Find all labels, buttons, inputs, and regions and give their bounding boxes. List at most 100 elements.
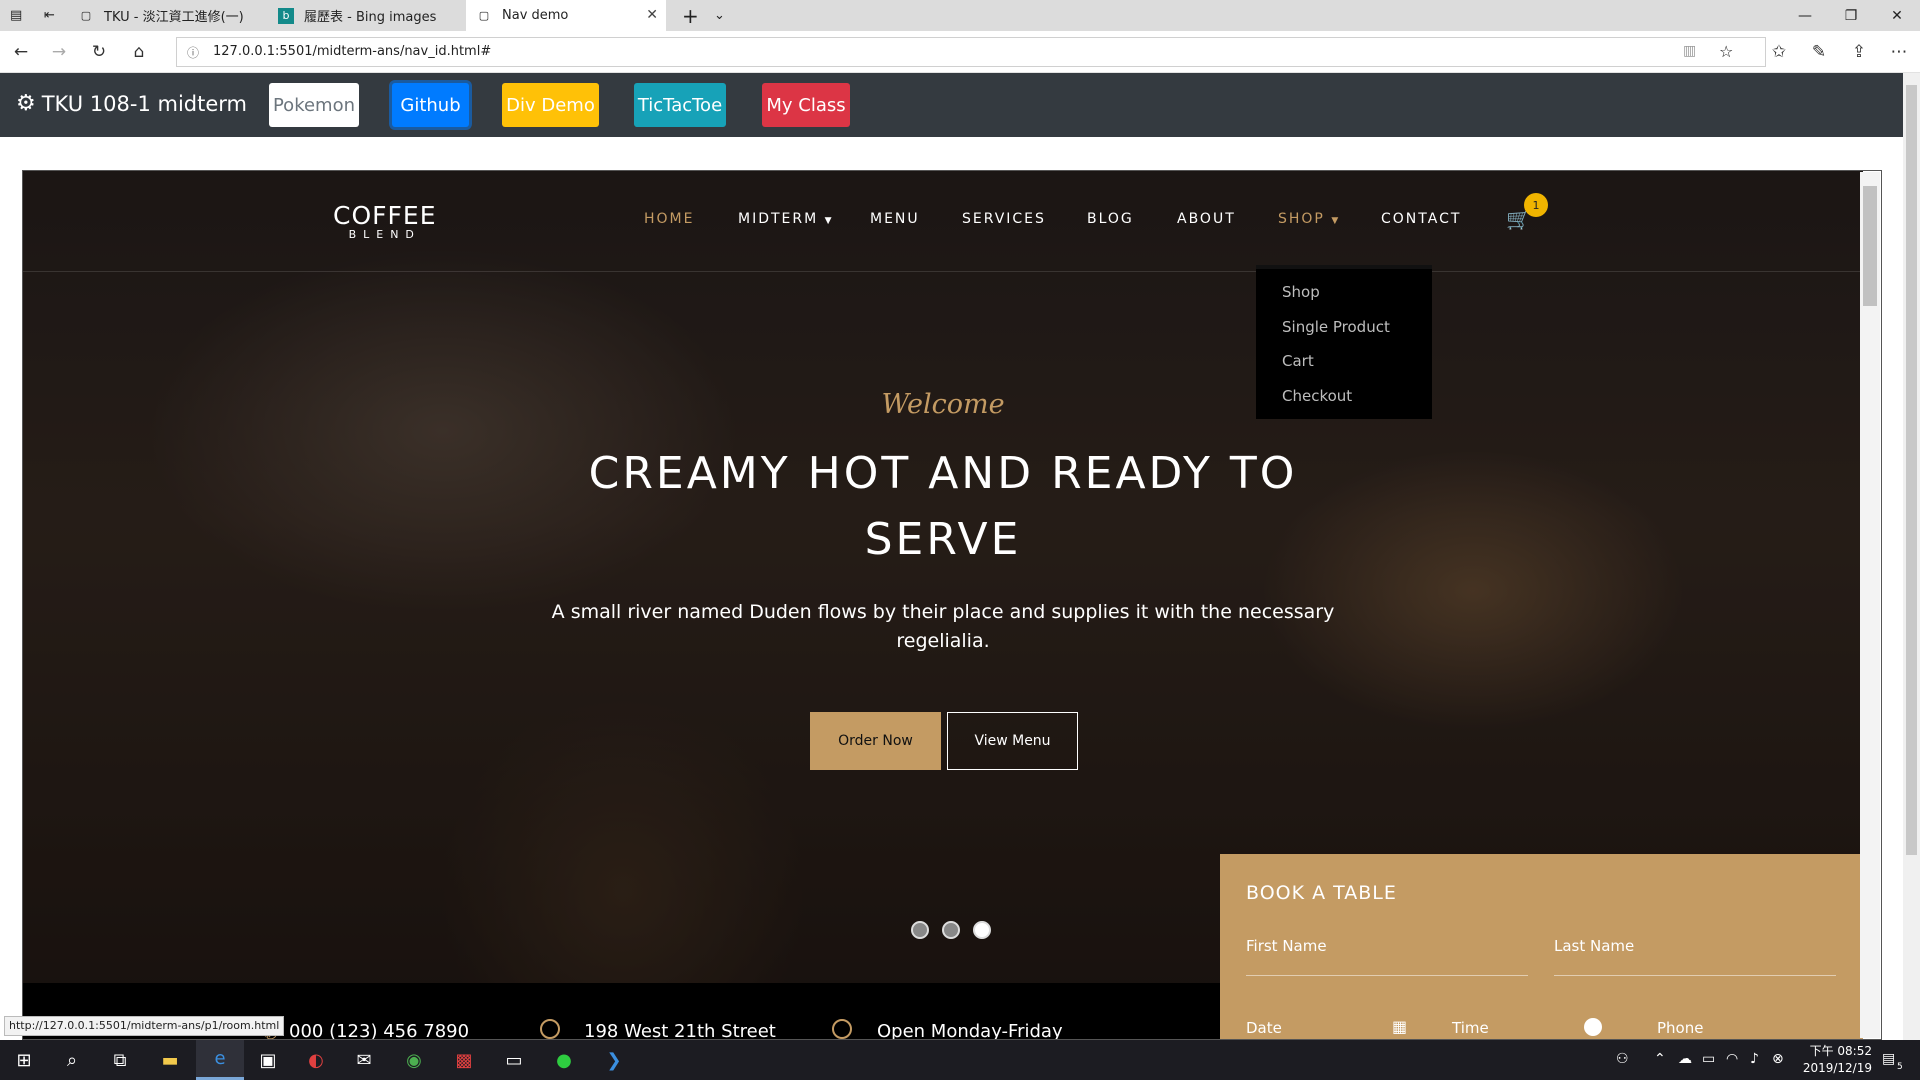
forward-icon[interactable]: → [46,39,72,65]
browser-tab-bar: ▤ ⇤ ▢ TKU - 淡江資工進修(一) b 履歷表 - Bing image… [0,0,1920,31]
file-explorer-icon[interactable]: ▬ [146,1040,194,1080]
share-icon[interactable]: ⇪ [1846,39,1872,65]
minimize-icon[interactable]: — [1782,0,1828,31]
site-navbar: ⚙ TKU 108-1 midterm Pokemon Github Div D… [0,73,1903,137]
pokemon-button[interactable]: Pokemon [269,83,359,127]
line-icon[interactable]: ● [540,1040,588,1080]
view-menu-button[interactable]: View Menu [947,712,1078,770]
new-tab-button[interactable]: + [672,0,702,31]
order-now-button[interactable]: Order Now [810,712,941,770]
first-name-underline [1246,975,1528,976]
set-aside-tabs-icon[interactable]: ⇤ [34,0,64,31]
favorite-star-icon[interactable]: ☆ [1719,42,1733,61]
windows-start-icon[interactable]: ⊞ [0,1040,48,1080]
info-icon[interactable]: ⓘ [187,44,199,61]
tab-tku[interactable]: ▢ TKU - 淡江資工進修(一) [68,0,264,31]
url-field[interactable]: ⓘ 127.0.0.1:5501/midterm-ans/nav_id.html… [176,37,1766,67]
logo-top: COFFEE [333,201,437,230]
tab-list-button[interactable]: ⌄ [704,0,734,31]
dropdown-item-cart[interactable]: Cart [1282,352,1314,370]
battery-icon[interactable]: ▭ [1702,1051,1715,1067]
bing-icon: b [278,7,294,24]
brand[interactable]: ⚙ TKU 108-1 midterm [16,91,247,116]
github-button[interactable]: Github [392,83,469,127]
nav-divider [23,271,1863,272]
app-icon[interactable]: ◐ [292,1040,340,1080]
coffee-logo[interactable]: COFFEE BLEND [333,201,437,241]
onedrive-icon[interactable]: ☁ [1678,1051,1692,1067]
iframe-scrollbar-thumb[interactable] [1863,186,1877,306]
div-demo-button[interactable]: Div Demo [502,83,599,127]
notification-count: 5 [1897,1062,1903,1072]
volume-icon[interactable]: ♪ [1750,1051,1759,1067]
more-icon[interactable]: ⋯ [1886,39,1912,65]
tab-bing[interactable]: b 履歷表 - Bing images [268,0,464,31]
tray-chevron-icon[interactable]: ⌃ [1654,1051,1666,1067]
back-icon[interactable]: ← [8,39,34,65]
url-text: 127.0.0.1:5501/midterm-ans/nav_id.html# [213,44,492,59]
phone-field[interactable]: Phone [1657,1019,1703,1037]
slide-dot-3[interactable] [973,921,991,939]
brand-text: TKU 108-1 midterm [41,91,248,116]
slide-dot-2[interactable] [942,921,960,939]
status-url-tooltip: http://127.0.0.1:5501/midterm-ans/p1/roo… [4,1016,285,1036]
home-icon[interactable]: ⌂ [126,39,152,65]
menu-contact[interactable]: CONTACT [1381,211,1461,227]
mail-icon[interactable]: ✉ [340,1040,388,1080]
refresh-icon[interactable]: ↻ [86,39,112,65]
app-red-icon[interactable]: ▩ [440,1040,488,1080]
people-icon[interactable]: ⚇ [1616,1051,1629,1067]
edge-icon[interactable]: e [196,1040,244,1080]
calendar-icon[interactable]: ▦ [1392,1017,1407,1036]
info-phone: 000 (123) 456 7890 [289,1021,470,1040]
hero-subtext: A small river named Duden flows by their… [551,601,1335,652]
chrome-icon[interactable]: ◉ [390,1040,438,1080]
windows-taskbar: ⊞ ⌕ ⧉ ▬ e ▣ ◐ ✉ ◉ ▩ ▭ ● ❯ ⚇ ⌃ ☁ ▭ ◠ ♪ ⊗ … [0,1040,1920,1080]
dropdown-item-single-product[interactable]: Single Product [1282,318,1390,336]
close-window-icon[interactable]: ✕ [1874,0,1920,31]
store-icon[interactable]: ▣ [244,1040,292,1080]
clock-time: 下午 08:52 [1809,1044,1872,1058]
tictactoe-button[interactable]: TicTacToe [634,83,726,127]
time-clock-icon[interactable] [1584,1018,1602,1036]
wifi-icon[interactable]: ◠ [1726,1051,1738,1067]
slide-dot-1[interactable] [911,921,929,939]
clock[interactable]: 下午 08:52 2019/12/19 [1792,1043,1872,1077]
tab-nav-demo[interactable]: ▢ Nav demo ✕ [466,0,666,31]
page-scrollbar-thumb[interactable] [1906,85,1917,855]
first-name-field[interactable]: First Name [1246,937,1327,955]
caret-down-icon: ▼ [1331,216,1341,226]
menu-midterm[interactable]: MIDTERM ▼ [738,211,834,227]
search-icon[interactable]: ⌕ [48,1040,96,1080]
maximize-icon[interactable]: ❐ [1828,0,1874,31]
clock-date: 2019/12/19 [1802,1061,1872,1075]
menu-shop[interactable]: SHOP ▼ [1278,211,1340,227]
menu-home[interactable]: HOME [644,211,694,227]
tab-actions-icon[interactable]: ▤ [0,0,30,31]
address-bar: ← → ↻ ⌂ ⓘ 127.0.0.1:5501/midterm-ans/nav… [0,31,1920,73]
last-name-field[interactable]: Last Name [1554,937,1634,955]
input-icon[interactable]: ⊗ [1772,1051,1784,1067]
favorites-icon[interactable]: ✩ [1766,39,1792,65]
time-field[interactable]: Time [1452,1019,1489,1037]
vscode-icon[interactable]: ❯ [590,1040,638,1080]
notification-icon[interactable]: ▤ [1882,1051,1895,1067]
my-class-button[interactable]: My Class [762,83,850,127]
task-view-icon[interactable]: ⧉ [96,1040,144,1080]
menu-midterm-label: MIDTERM [738,211,819,227]
location-icon [540,1019,560,1039]
close-tab-icon[interactable]: ✕ [646,7,658,23]
reading-view-icon[interactable]: ▥ [1683,43,1696,59]
pen-icon[interactable]: ✎ [1806,39,1832,65]
menu-services[interactable]: SERVICES [962,211,1046,227]
last-name-underline [1554,975,1836,976]
date-field[interactable]: Date [1246,1019,1282,1037]
cart-count-badge: 1 [1524,193,1548,217]
book-title: BOOK A TABLE [1246,882,1397,904]
tab-title: 履歷表 - Bing images [304,10,437,25]
menu-blog[interactable]: BLOG [1087,211,1134,227]
app-window-icon[interactable]: ▭ [490,1040,538,1080]
menu-menu[interactable]: MENU [870,211,920,227]
dropdown-item-shop[interactable]: Shop [1282,283,1320,301]
menu-about[interactable]: ABOUT [1177,211,1236,227]
